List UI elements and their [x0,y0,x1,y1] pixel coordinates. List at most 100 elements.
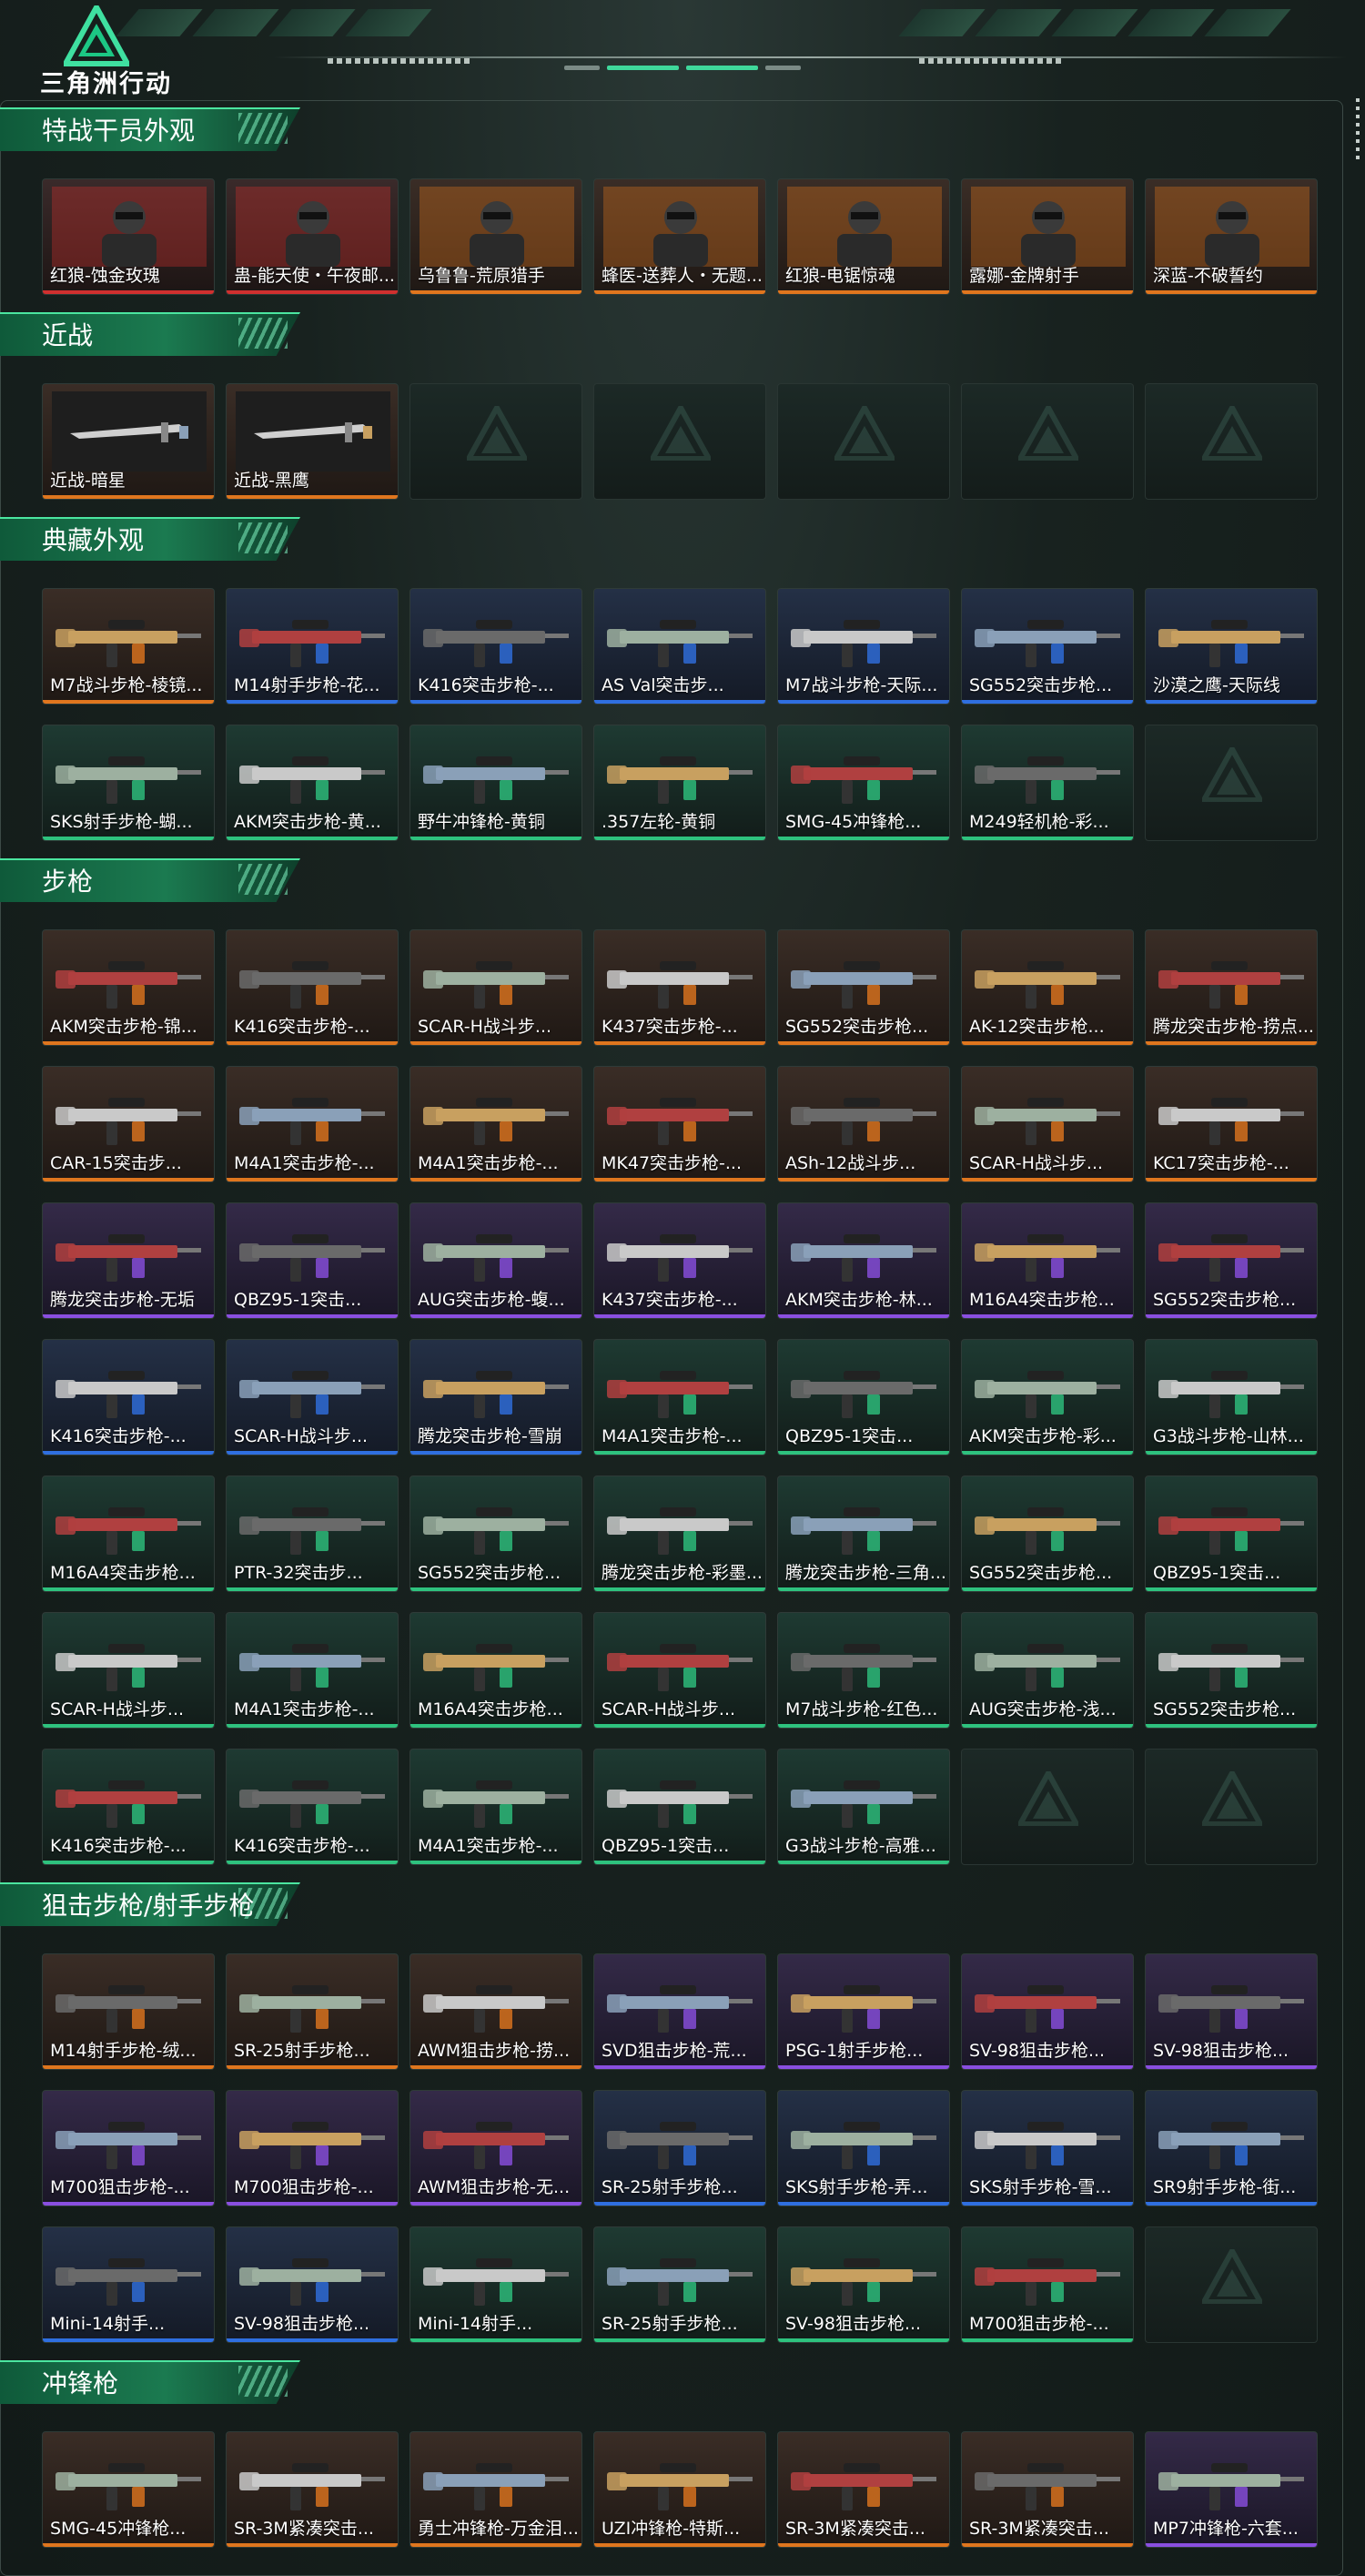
item-card[interactable]: 乌鲁鲁-荒原猎手 [410,178,582,295]
scrollbar-indicator[interactable] [1356,98,1360,162]
item-card[interactable]: SG552突击步枪... [1145,1612,1318,1729]
item-card[interactable]: SG552突击步枪... [961,1476,1134,1592]
item-card[interactable]: SR-3M紧凑突击... [961,2431,1134,2548]
item-card[interactable]: 蜂医-送葬人・无题... [593,178,766,295]
item-card[interactable]: PSG-1射手步枪... [777,1953,950,2070]
item-card[interactable]: SMG-45冲锋枪... [42,2431,215,2548]
item-card[interactable]: AKM突击步枪-黄... [226,725,399,841]
item-card[interactable]: SCAR-H战斗步... [961,1066,1134,1182]
item-card[interactable]: CAR-15突击步... [42,1066,215,1182]
item-card[interactable]: KC17突击步枪-... [1145,1066,1318,1182]
item-card[interactable]: SVD狙击步枪-荒... [593,1953,766,2070]
item-card[interactable]: SV-98狙击步枪... [226,2226,399,2343]
item-card[interactable]: K416突击步枪-... [410,588,582,705]
item-card[interactable]: MK47突击步枪-... [593,1066,766,1182]
item-card[interactable]: M249轻机枪-彩... [961,725,1134,841]
item-card[interactable]: M4A1突击步枪-... [226,1066,399,1182]
item-card[interactable]: 红狼-蚀金玫瑰 [42,178,215,295]
item-card[interactable]: SKS射手步枪-蝴... [42,725,215,841]
item-card[interactable]: QBZ95-1突击... [777,1339,950,1455]
item-card[interactable]: MP7冲锋枪-六套... [1145,2431,1318,2548]
item-card[interactable]: M4A1突击步枪-... [593,1339,766,1455]
item-card[interactable]: M7战斗步枪-红色... [777,1612,950,1729]
item-card[interactable]: AK-12突击步枪... [961,929,1134,1046]
item-card[interactable]: M7战斗步枪-棱镜... [42,588,215,705]
item-card[interactable]: SG552突击步枪... [410,1476,582,1592]
weapon-icon [423,2258,569,2306]
item-card[interactable]: SCAR-H战斗步... [410,929,582,1046]
item-card[interactable]: QBZ95-1突击... [226,1202,399,1319]
item-card[interactable]: M7战斗步枪-天际... [777,588,950,705]
item-card[interactable]: M700狙击步枪-... [226,2090,399,2206]
item-card[interactable]: SR-3M紧凑突击... [777,2431,950,2548]
item-card[interactable]: SKS射手步枪-雪... [961,2090,1134,2206]
item-card[interactable]: M14射手步枪-花... [226,588,399,705]
item-name: AKM突击步枪-黄... [234,812,381,832]
item-card[interactable]: AKM突击步枪-林... [777,1202,950,1319]
item-card[interactable]: SCAR-H战斗步... [593,1612,766,1729]
item-card[interactable]: M700狙击步枪-... [961,2226,1134,2343]
weapon-icon [423,1098,569,1145]
item-card[interactable]: M16A4突击步枪... [42,1476,215,1592]
item-card[interactable]: SR9射手步枪-街... [1145,2090,1318,2206]
item-card[interactable]: 近战-暗星 [42,383,215,500]
item-card[interactable]: SCAR-H战斗步... [226,1339,399,1455]
item-card[interactable]: AKM突击步枪-锦... [42,929,215,1046]
item-card[interactable]: SG552突击步枪... [961,588,1134,705]
item-card[interactable]: Mini-14射手... [410,2226,582,2343]
item-card[interactable]: G3战斗步枪-高雅... [777,1749,950,1865]
item-card[interactable]: SR-25射手步枪... [593,2090,766,2206]
item-card[interactable]: 勇士冲锋枪-万金泪... [410,2431,582,2548]
item-card[interactable]: SMG-45冲锋枪... [777,725,950,841]
item-card[interactable]: SR-3M紧凑突击... [226,2431,399,2548]
item-card[interactable]: PTR-32突击步... [226,1476,399,1592]
item-card[interactable]: 野牛冲锋枪-黄铜 [410,725,582,841]
item-card[interactable]: AS Val突击步... [593,588,766,705]
item-card[interactable]: M16A4突击步枪... [961,1202,1134,1319]
item-card[interactable]: M4A1突击步枪-... [410,1066,582,1182]
item-card[interactable]: AUG突击步枪-蝮... [410,1202,582,1319]
item-card[interactable]: M4A1突击步枪-... [226,1612,399,1729]
item-card[interactable]: 腾龙突击步枪-彩墨... [593,1476,766,1592]
item-card[interactable]: SCAR-H战斗步... [42,1612,215,1729]
item-card[interactable]: 腾龙突击步枪-三角... [777,1476,950,1592]
item-card[interactable]: UZI冲锋枪-特斯... [593,2431,766,2548]
item-card[interactable]: AWM狙击步枪-无... [410,2090,582,2206]
item-card[interactable]: SG552突击步枪... [777,929,950,1046]
item-card[interactable]: ASh-12战斗步... [777,1066,950,1182]
item-card[interactable]: SKS射手步枪-弄... [777,2090,950,2206]
item-card[interactable]: SV-98狙击步枪... [961,1953,1134,2070]
item-card[interactable]: 腾龙突击步枪-捞点... [1145,929,1318,1046]
item-card[interactable]: 腾龙突击步枪-雪崩 [410,1339,582,1455]
item-card[interactable]: SV-98狙击步枪... [1145,1953,1318,2070]
item-card[interactable]: 深蓝-不破誓约 [1145,178,1318,295]
item-card[interactable]: SR-25射手步枪... [226,1953,399,2070]
item-card[interactable]: AWM狙击步枪-捞... [410,1953,582,2070]
item-card[interactable]: M16A4突击步枪... [410,1612,582,1729]
item-card[interactable]: QBZ95-1突击... [593,1749,766,1865]
item-card[interactable]: M4A1突击步枪-... [410,1749,582,1865]
item-card[interactable]: 露娜-金牌射手 [961,178,1134,295]
item-card[interactable]: 沙漠之鹰-天际线 [1145,588,1318,705]
item-card[interactable]: K416突击步枪-... [42,1339,215,1455]
item-card[interactable]: SG552突击步枪... [1145,1202,1318,1319]
item-card[interactable]: M14射手步枪-绒... [42,1953,215,2070]
item-card[interactable]: AUG突击步枪-浅... [961,1612,1134,1729]
item-card[interactable]: QBZ95-1突击... [1145,1476,1318,1592]
item-card[interactable]: K437突击步枪-... [593,929,766,1046]
item-card[interactable]: SV-98狙击步枪... [777,2226,950,2343]
item-card[interactable]: K437突击步枪-... [593,1202,766,1319]
item-card[interactable]: 腾龙突击步枪-无垢 [42,1202,215,1319]
item-card[interactable]: 蛊-能天使・午夜邮... [226,178,399,295]
item-card[interactable]: M700狙击步枪-... [42,2090,215,2206]
item-card[interactable]: AKM突击步枪-彩... [961,1339,1134,1455]
item-card[interactable]: SR-25射手步枪... [593,2226,766,2343]
item-card[interactable]: .357左轮-黄铜 [593,725,766,841]
item-card[interactable]: Mini-14射手... [42,2226,215,2343]
item-card[interactable]: G3战斗步枪-山林... [1145,1339,1318,1455]
item-card[interactable]: 近战-黑鹰 [226,383,399,500]
item-card[interactable]: K416突击步枪-... [42,1749,215,1865]
item-card[interactable]: K416突击步枪-... [226,929,399,1046]
item-card[interactable]: K416突击步枪-... [226,1749,399,1865]
item-card[interactable]: 红狼-电锯惊魂 [777,178,950,295]
